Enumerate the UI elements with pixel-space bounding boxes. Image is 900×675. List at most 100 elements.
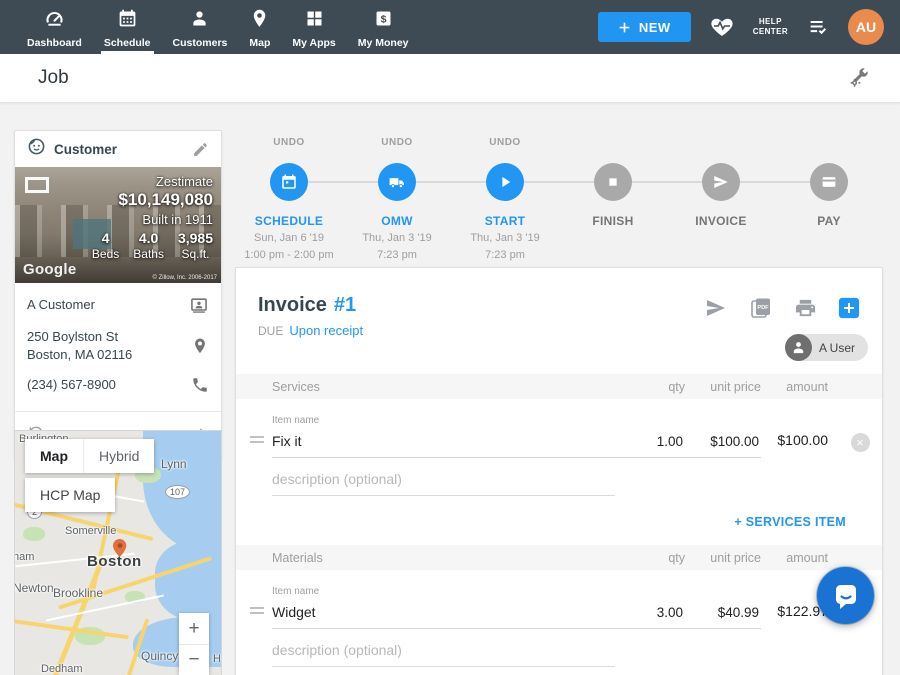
job-settings-icon[interactable] [848,67,870,89]
step-date: Thu, Jan 3 '19 [451,231,559,245]
item-name-input[interactable]: Fix it [272,426,615,458]
undo-placeholder [775,137,883,149]
step-pay: PAY [775,137,883,280]
nav-label: Schedule [104,37,151,49]
unit-price-input[interactable]: $40.99 [685,605,761,629]
delete-item-button[interactable]: × [851,433,870,452]
step-finish-button[interactable] [594,163,632,201]
amount-header: amount [761,551,838,565]
invoice-card: Invoice #1 DUE Upon receipt PDF [235,267,883,675]
invoice-due-row: DUE Upon receipt [258,323,860,338]
health-heart-icon[interactable] [709,15,735,39]
qty-input[interactable]: 1.00 [615,434,685,458]
due-terms-link[interactable]: Upon receipt [289,323,363,338]
step-schedule: UNDO SCHEDULE Sun, Jan 6 '19 1:00 pm - 2… [235,137,343,280]
assigned-user-name: A User [819,341,855,355]
help-center-link[interactable]: HELP CENTER [753,17,788,38]
edit-pencil-icon[interactable] [192,141,209,158]
map-type-hybrid-button[interactable]: Hybrid [83,439,154,473]
map-type-map-button[interactable]: Map [25,439,83,473]
nav-item-dashboard[interactable]: Dashboard [16,0,93,54]
map-type-control: Map Hybrid [25,439,154,473]
undo-start-link[interactable]: UNDO [451,137,559,149]
stop-icon [605,174,621,190]
step-schedule-button[interactable] [270,163,308,201]
customer-card-header: Customer [15,131,221,167]
qty-input[interactable]: 3.00 [615,605,685,629]
zoom-in-button[interactable]: + [179,613,209,644]
stat-label: Beds [92,247,119,261]
calendar-icon [117,8,138,34]
contact-card-icon[interactable] [189,295,209,315]
location-pin-icon[interactable] [191,337,209,355]
nav-item-my-money[interactable]: $ My Money [347,0,420,54]
add-services-item-link[interactable]: + SERVICES ITEM [734,515,846,529]
service-item-row: Item name Fix it 1.00 $100.00 $100.00 × [236,399,882,458]
stat-sqft: 3,985 Sq.ft. [178,230,213,261]
nav-item-map[interactable]: Map [238,0,281,54]
undo-omw-link[interactable]: UNDO [343,137,451,149]
description-input[interactable]: description (optional) [272,458,615,496]
item-name-input[interactable]: Widget [272,597,615,629]
property-stats: 4 Beds 4.0 Baths 3,985 Sq.ft. [92,230,213,261]
step-pay-button[interactable] [810,163,848,201]
unit-price-input[interactable]: $100.00 [685,434,761,458]
send-icon [712,173,730,191]
unit-price-header: unit price [685,551,761,565]
map-label-waltham: ham [14,551,34,563]
nav-item-schedule[interactable]: Schedule [93,0,162,54]
route-shield-107: 107 [165,485,190,499]
invoice-title: Invoice [258,294,327,317]
new-button[interactable]: NEW [598,12,691,42]
customer-details: A Customer 250 Boylston St Boston, MA 02… [15,283,221,411]
add-invoice-icon[interactable] [838,297,860,319]
stat-value: 4 [92,230,119,246]
description-input[interactable]: description (optional) [272,629,615,667]
built-year: Built in 1911 [92,212,213,227]
send-invoice-icon[interactable] [704,296,728,320]
person-icon [189,8,210,34]
zoom-out-button[interactable]: − [179,644,209,675]
stat-value: 3,985 [178,230,213,246]
drag-handle-icon[interactable] [250,433,272,446]
undo-placeholder [667,137,775,149]
stat-value: 4.0 [133,230,164,246]
step-invoice-button[interactable] [702,163,740,201]
nav-item-customers[interactable]: Customers [162,0,239,54]
invoice-header: Invoice #1 DUE Upon receipt PDF [236,268,882,338]
new-button-label: NEW [639,20,671,35]
assigned-user-chip[interactable]: A User [785,334,868,361]
nav-item-my-apps[interactable]: My Apps [281,0,346,54]
content-area: Customer Zestimate $10,149,080 Built in … [0,103,900,675]
chat-bubble-button[interactable] [817,567,874,624]
step-omw-button[interactable] [378,163,416,201]
pdf-icon[interactable]: PDF [749,296,773,320]
undo-schedule-link[interactable]: UNDO [235,137,343,149]
map-label-dedham: Dedham [41,663,83,675]
map-pin-icon [249,8,270,34]
step-label: OMW [343,214,451,228]
customer-phone: (234) 567-8900 [27,376,116,394]
nav-label: My Apps [292,37,335,49]
checklist-icon[interactable] [806,16,830,38]
step-omw: UNDO OMW Thu, Jan 3 '19 7:23 pm travel: … [343,137,451,280]
user-avatar[interactable]: AU [848,9,884,45]
hcp-map-button[interactable]: HCP Map [25,478,115,512]
qty-cell: 1.00 [615,415,685,458]
map-label-lynn: Lynn [161,457,187,471]
map-label-brookline: Brookline [53,586,103,600]
phone-icon[interactable] [191,376,209,394]
truck-icon [388,173,407,192]
invoice-number[interactable]: #1 [334,294,356,317]
customer-phone-row: (234) 567-8900 [27,376,209,394]
help-center-line2: CENTER [753,27,788,37]
google-watermark: Google [23,261,76,278]
step-time: 7:23 pm [451,248,559,262]
step-label: START [451,214,559,228]
print-icon[interactable] [794,297,817,320]
step-start-button[interactable] [486,163,524,201]
amount-header: amount [761,380,838,394]
customer-card: Customer Zestimate $10,149,080 Built in … [14,130,222,460]
drag-handle-icon[interactable] [250,604,272,617]
item-name-cell: Item name Widget [272,586,615,629]
